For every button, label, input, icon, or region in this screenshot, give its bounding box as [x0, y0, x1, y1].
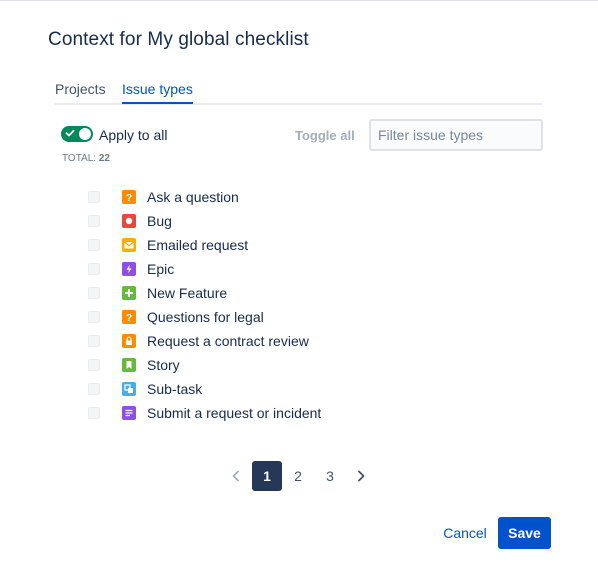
issue-type-list: ? Ask a question Bug Emailed request Epi…: [86, 185, 406, 425]
page-button-3[interactable]: 3: [318, 461, 342, 491]
previous-page-button[interactable]: [228, 461, 244, 491]
question-icon: ?: [122, 310, 136, 324]
issue-type-label: Request a contract review: [147, 333, 309, 349]
issue-type-checkbox[interactable]: [88, 239, 100, 251]
email-icon: [122, 238, 136, 252]
issue-type-label: Questions for legal: [147, 309, 264, 325]
chevron-left-icon: [232, 470, 239, 482]
issue-type-checkbox[interactable]: [88, 407, 100, 419]
list-item: Emailed request: [86, 233, 406, 257]
issue-type-label: Submit a request or incident: [147, 405, 322, 421]
list-item: ? Ask a question: [86, 185, 406, 209]
svg-text:?: ?: [126, 313, 132, 324]
issue-type-label: Bug: [147, 213, 172, 229]
list-item: Epic: [86, 257, 406, 281]
issue-type-checkbox[interactable]: [88, 263, 100, 275]
new-feature-icon: [122, 286, 136, 300]
cancel-button[interactable]: Cancel: [436, 517, 494, 549]
toggle-knob: [79, 128, 91, 140]
issue-type-checkbox[interactable]: [88, 359, 100, 371]
issue-type-checkbox[interactable]: [88, 287, 100, 299]
context-dialog: Context for My global checklist Projects…: [0, 0, 598, 573]
subtask-icon: [122, 382, 136, 396]
check-icon: [65, 129, 75, 137]
issue-type-label: Emailed request: [147, 237, 249, 253]
list-item: Sub-task: [86, 377, 406, 401]
page-button-1[interactable]: 1: [252, 461, 282, 491]
request-icon: [122, 406, 136, 420]
story-icon: [122, 358, 136, 372]
tab-projects[interactable]: Projects: [55, 81, 106, 102]
issue-type-label: Epic: [147, 261, 175, 277]
total-count: TOTAL: 22: [62, 153, 110, 164]
issue-type-checkbox[interactable]: [88, 383, 100, 395]
list-item: Story: [86, 353, 406, 377]
total-value: 22: [98, 153, 110, 164]
issue-type-checkbox[interactable]: [88, 311, 100, 323]
bug-icon: [122, 214, 136, 228]
apply-to-all-label: Apply to all: [99, 127, 168, 143]
apply-to-all-toggle[interactable]: [61, 126, 93, 142]
dialog-title: Context for My global checklist: [48, 29, 309, 50]
chevron-right-icon: [358, 470, 365, 482]
page-button-2[interactable]: 2: [286, 461, 310, 491]
list-item: Submit a request or incident: [86, 401, 406, 425]
lock-icon: [122, 334, 136, 348]
epic-icon: [122, 262, 136, 276]
svg-text:?: ?: [126, 193, 132, 204]
tab-issue-types[interactable]: Issue types: [122, 81, 193, 104]
issue-type-checkbox[interactable]: [88, 191, 100, 203]
list-item: Request a contract review: [86, 329, 406, 353]
issue-type-label: Ask a question: [147, 189, 239, 205]
list-item: ? Questions for legal: [86, 305, 406, 329]
issue-type-label: Sub-task: [147, 381, 203, 397]
issue-type-checkbox[interactable]: [88, 215, 100, 227]
list-item: Bug: [86, 209, 406, 233]
pagination: 1 2 3: [0, 461, 598, 491]
filter-issue-types-input[interactable]: [369, 119, 543, 151]
list-item: New Feature: [86, 281, 406, 305]
next-page-button[interactable]: [353, 461, 369, 491]
issue-type-label: Story: [147, 357, 180, 373]
tab-bar: Projects Issue types: [55, 81, 543, 105]
question-icon: ?: [122, 190, 136, 204]
issue-type-checkbox[interactable]: [88, 335, 100, 347]
issue-type-label: New Feature: [147, 285, 228, 301]
total-label: TOTAL:: [62, 153, 97, 164]
toggle-all-button[interactable]: Toggle all: [295, 128, 355, 143]
save-button[interactable]: Save: [498, 517, 551, 549]
